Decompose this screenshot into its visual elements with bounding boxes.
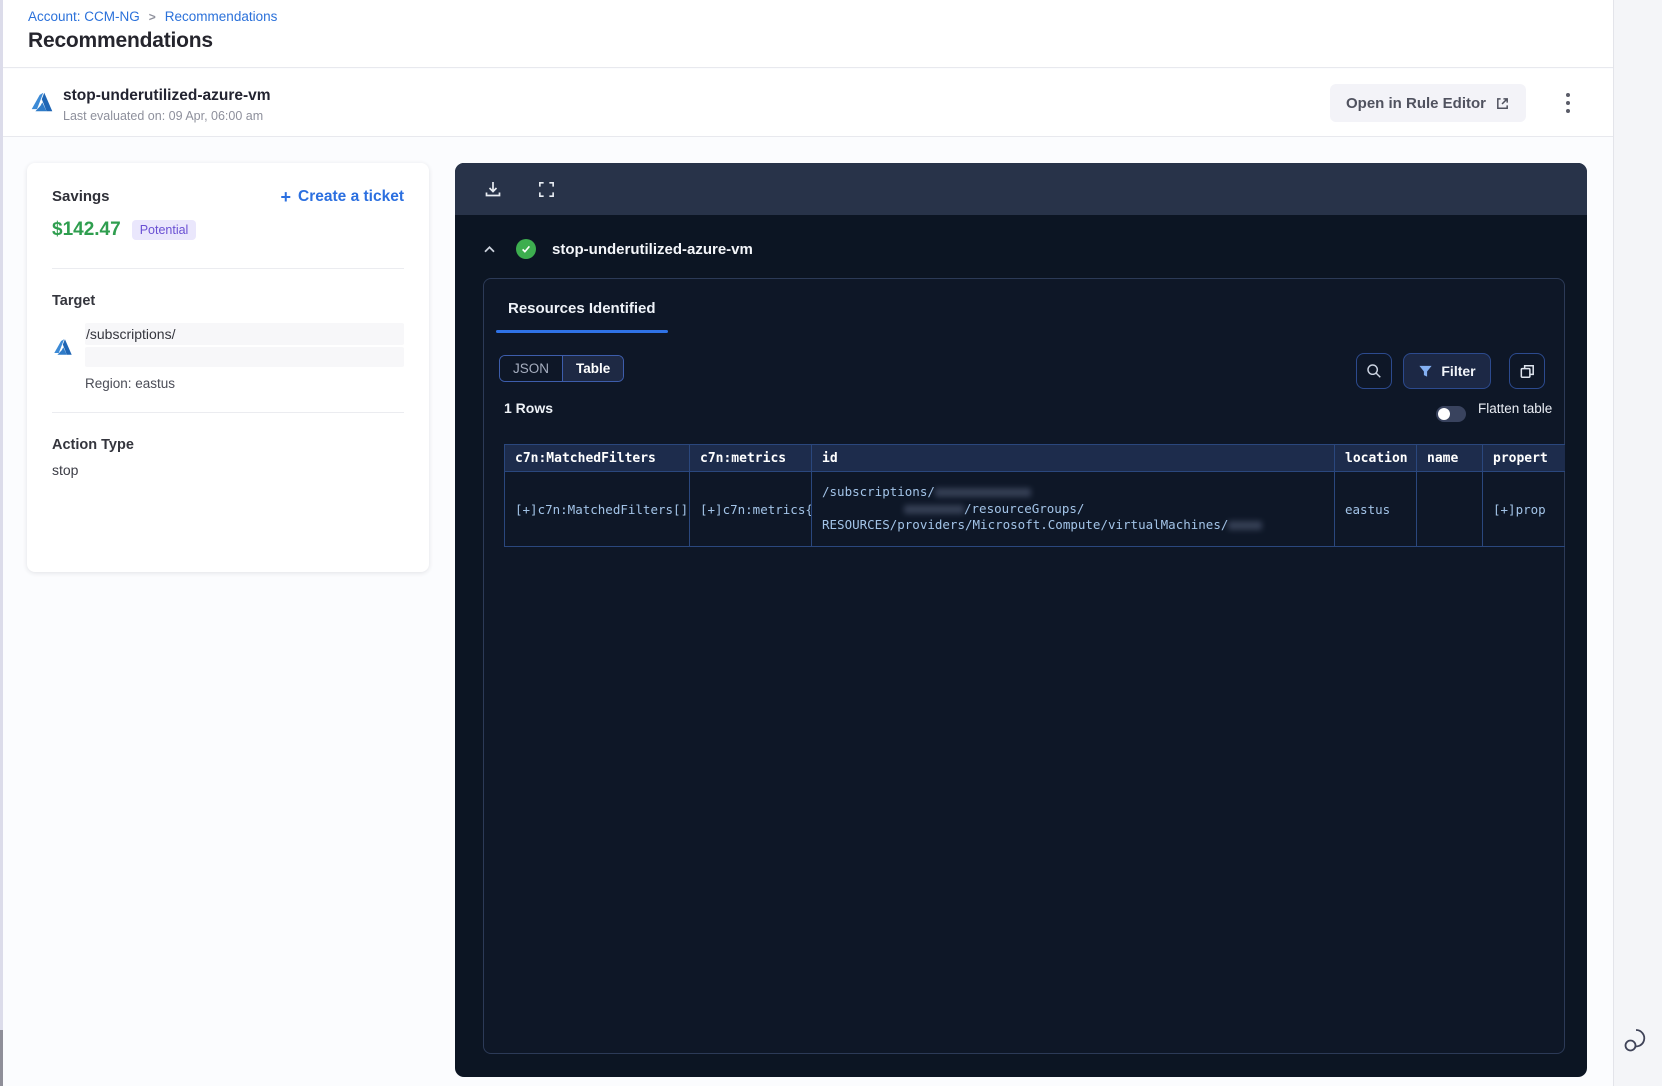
- col-metrics: c7n:metrics: [689, 444, 812, 472]
- panel-rule-name: stop-underutilized-azure-vm: [552, 240, 753, 258]
- azure-icon: [54, 339, 72, 355]
- target-path: /subscriptions/: [85, 323, 404, 345]
- breadcrumb-recommendations-link[interactable]: Recommendations: [165, 9, 278, 24]
- tab-resources-identified[interactable]: Resources Identified: [508, 300, 656, 317]
- flatten-table-toggle[interactable]: [1436, 406, 1466, 422]
- search-button[interactable]: [1356, 353, 1392, 389]
- filter-button[interactable]: Filter: [1403, 353, 1491, 389]
- id-cell: /subscriptions/ /resourceGroups/ RESOURC…: [811, 471, 1335, 547]
- right-gutter: [1613, 0, 1662, 1086]
- location-cell: eastus: [1334, 471, 1417, 547]
- rule-header: stop-underutilized-azure-vm Last evaluat…: [0, 69, 1613, 137]
- redacted-text: [1228, 521, 1263, 531]
- view-json-button[interactable]: JSON: [500, 356, 564, 381]
- action-type-label: Action Type: [52, 437, 134, 453]
- fullscreen-icon[interactable]: [535, 178, 557, 200]
- active-tab-underline: [496, 330, 668, 333]
- view-mode-toggle: JSON Table: [499, 355, 625, 382]
- target-region: Region: eastus: [85, 376, 176, 391]
- resources-table-wrap: c7n:MatchedFilters c7n:metrics id locati…: [504, 444, 1565, 547]
- results-panel: stop-underutilized-azure-vm Resources Id…: [455, 163, 1587, 1077]
- plus-icon: +: [280, 187, 292, 207]
- divider: [52, 412, 404, 413]
- properties-expander[interactable]: [+]prop: [1493, 502, 1546, 517]
- col-name: name: [1416, 444, 1483, 472]
- matched-filters-expander[interactable]: [+]c7n:MatchedFilters[]: [515, 502, 688, 517]
- left-edge: [0, 0, 3, 1086]
- name-cell: [1416, 471, 1483, 547]
- redacted-text: [904, 504, 964, 514]
- action-type-value: stop: [52, 462, 79, 478]
- search-icon: [1367, 364, 1381, 378]
- col-location: location: [1334, 444, 1417, 472]
- savings-label: Savings: [52, 188, 110, 205]
- col-properties: propert: [1482, 444, 1565, 472]
- download-icon[interactable]: [482, 178, 504, 200]
- create-ticket-button[interactable]: + Create a ticket: [281, 188, 405, 206]
- open-in-rule-editor-label: Open in Rule Editor: [1346, 94, 1487, 112]
- breadcrumb-account-link[interactable]: Account: CCM-NG: [28, 9, 140, 24]
- left-scrollbar-thumb[interactable]: [0, 1030, 3, 1086]
- breadcrumb: Account: CCM-NG > Recommendations: [28, 9, 277, 24]
- top-bar: Account: CCM-NG > Recommendations Recomm…: [0, 0, 1613, 68]
- col-matched-filters: c7n:MatchedFilters: [504, 444, 690, 472]
- resources-identified-panel: Resources Identified JSON Table Filter 1…: [483, 278, 1565, 1054]
- breadcrumb-separator-icon: >: [148, 9, 156, 24]
- filter-funnel-icon: [1419, 365, 1432, 377]
- create-ticket-label: Create a ticket: [298, 188, 404, 205]
- kebab-menu-icon[interactable]: [1552, 85, 1584, 121]
- potential-badge: Potential: [131, 220, 197, 240]
- chat-bubbles-icon[interactable]: [1620, 1024, 1654, 1058]
- target-label: Target: [52, 293, 96, 309]
- target-path-redacted: [85, 347, 404, 367]
- savings-card: Savings + Create a ticket $142.47 Potent…: [27, 163, 429, 572]
- results-toolbar: [455, 163, 1587, 215]
- open-in-rule-editor-button[interactable]: Open in Rule Editor: [1330, 84, 1527, 122]
- flatten-table-label: Flatten table: [1478, 401, 1553, 416]
- redacted-text: [934, 488, 1031, 498]
- success-check-icon: [516, 239, 536, 259]
- metrics-expander[interactable]: [+]c7n:metrics{}: [700, 502, 811, 517]
- col-id: id: [811, 444, 1335, 472]
- copy-icon: [1520, 364, 1534, 378]
- rule-name: stop-underutilized-azure-vm: [63, 87, 271, 104]
- collapse-chevron-icon[interactable]: [478, 238, 500, 260]
- page-title: Recommendations: [28, 29, 213, 52]
- savings-amount: $142.47: [52, 219, 121, 240]
- divider: [52, 268, 404, 269]
- rule-result-header: stop-underutilized-azure-vm: [455, 229, 753, 269]
- external-link-icon: [1497, 97, 1508, 109]
- rows-count: 1 Rows: [504, 400, 554, 416]
- resources-table: c7n:MatchedFilters c7n:metrics id locati…: [504, 444, 1565, 547]
- filter-label: Filter: [1441, 363, 1476, 379]
- last-evaluated-text: Last evaluated on: 09 Apr, 06:00 am: [63, 109, 264, 123]
- recommendations-page: Account: CCM-NG > Recommendations Recomm…: [0, 0, 1662, 1086]
- copy-button[interactable]: [1509, 353, 1545, 389]
- table-header-row: c7n:MatchedFilters c7n:metrics id locati…: [504, 444, 1565, 472]
- azure-icon: [31, 92, 53, 112]
- view-table-button[interactable]: Table: [563, 356, 624, 381]
- table-row: [+]c7n:MatchedFilters[] [+]c7n:metrics{}…: [504, 471, 1565, 547]
